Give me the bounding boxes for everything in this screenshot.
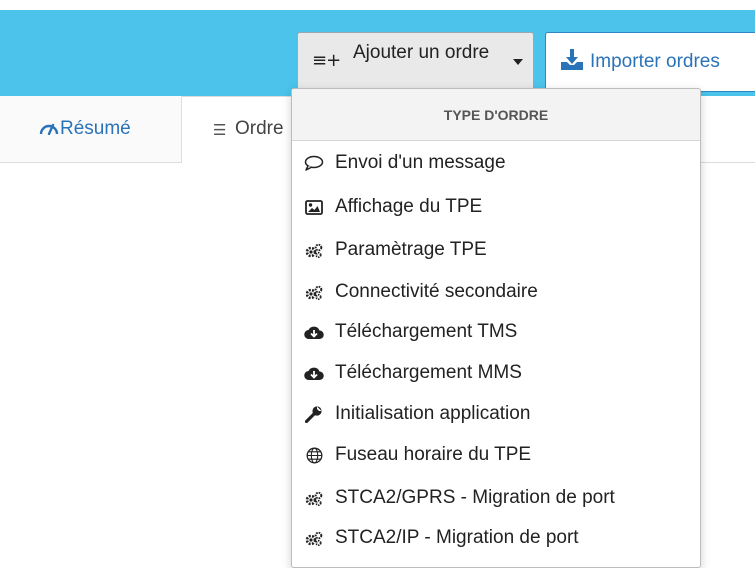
image-icon [304,198,324,216]
menu-item-label: STCA2/IP - Migration de port [335,527,579,548]
menu-item-label: Affichage du TPE [335,196,483,217]
menu-item-connectivite-secondaire[interactable]: Connectivité secondaire [292,274,700,310]
list-icon: ☰ [213,122,227,139]
menu-item-fuseau-horaire[interactable]: Fuseau horaire du TPE [292,437,700,473]
menu-item-label: Téléchargement MMS [335,362,522,383]
import-orders-label: Importer ordres [590,51,720,72]
tab-resume[interactable]: Résumé [0,96,182,162]
cogs-icon [304,283,324,301]
menu-item-label: Téléchargement TMS [335,321,518,342]
menu-item-parametrage-tpe[interactable]: Paramètrage TPE [292,232,700,268]
tab-ordre-label: Ordre [235,118,284,139]
download-tray-icon [560,49,584,76]
menu-item-label: STCA2/GPRS - Migration de port [335,487,615,508]
cogs-icon [304,529,324,547]
top-strip [0,0,755,10]
order-type-dropdown: TYPE D'ORDRE Envoi d'un message Affichag… [291,88,701,568]
menu-item-label: Envoi d'un message [335,152,506,173]
menu-item-label: Initialisation application [335,403,531,424]
add-order-button[interactable]: ≡+ Ajouter un ordre [297,32,534,92]
menu-item-label: Paramètrage TPE [335,239,487,260]
cogs-icon [304,241,324,259]
speech-bubble-icon [304,154,324,172]
menu-item-initialisation-application[interactable]: Initialisation application [292,396,700,432]
menu-item-label: Fuseau horaire du TPE [335,444,532,465]
add-order-label: Ajouter un ordre [353,42,490,63]
menu-item-telechargement-tms[interactable]: Téléchargement TMS [292,314,700,350]
menu-item-affichage-tpe[interactable]: Affichage du TPE [292,189,700,225]
globe-icon [304,446,324,464]
caret-down-icon [513,59,523,65]
gauge-icon [39,121,59,140]
menu-item-telechargement-mms[interactable]: Téléchargement MMS [292,355,700,391]
tab-ordre[interactable]: ☰ Ordre [182,96,302,163]
cloud-download-icon [304,323,324,341]
toolbar: ≡+ Ajouter un ordre Importer ordres [0,10,755,96]
tab-resume-label: Résumé [60,118,131,139]
menu-item-stca2-ip[interactable]: STCA2/IP - Migration de port [292,520,700,556]
cloud-download-icon [304,364,324,382]
import-orders-button[interactable]: Importer ordres [545,32,755,92]
list-plus-icon: ≡+ [312,50,341,71]
menu-item-stca2-gprs[interactable]: STCA2/GPRS - Migration de port [292,480,700,516]
cogs-icon [304,489,324,507]
menu-item-envoi-message[interactable]: Envoi d'un message [292,145,700,181]
dropdown-header: TYPE D'ORDRE [292,89,700,141]
menu-item-label: Connectivité secondaire [335,281,538,302]
wrench-icon [304,405,324,423]
